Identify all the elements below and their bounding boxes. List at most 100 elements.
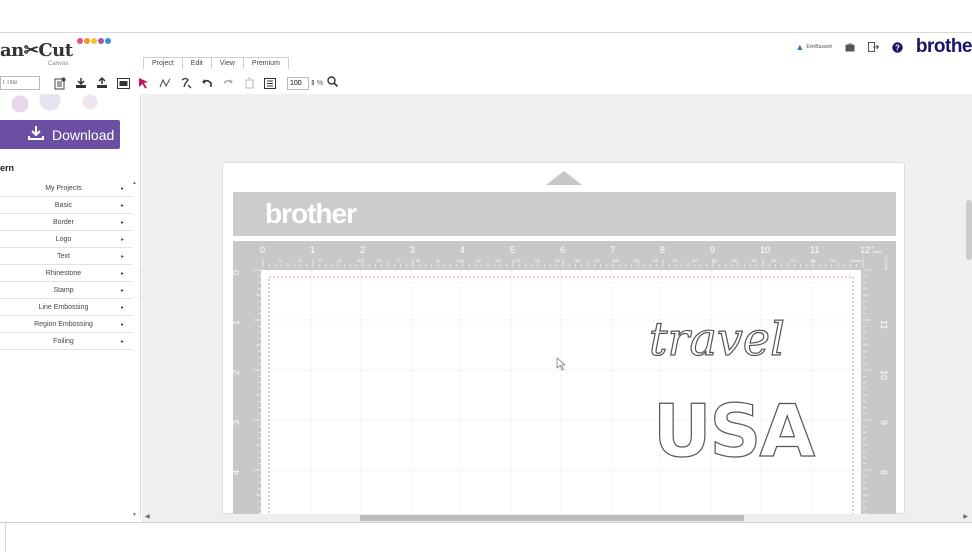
category-list: My Projects ▸ Basic ▸ Border ▸ Logo ▸ Text ▸ … xyxy=(0,180,132,350)
category-border[interactable]: Border ▸ xyxy=(0,214,132,231)
scroll-up-icon[interactable]: ▲ xyxy=(132,180,137,186)
zoom-stepper-icon[interactable]: ⇕ xyxy=(310,79,316,87)
category-my-projects[interactable]: My Projects ▸ xyxy=(0,180,132,197)
ruler-inch-label: 8 xyxy=(660,245,665,255)
ruler-right-label: 11 xyxy=(879,320,889,329)
download-icon xyxy=(28,125,44,145)
category-label: Region Embossing xyxy=(34,320,93,328)
category-text[interactable]: Text ▸ xyxy=(0,248,132,265)
ruler-left-label: 0 xyxy=(233,270,241,275)
category-logo[interactable]: Logo ▸ xyxy=(0,231,132,248)
ruler-mm-label: 300mm xyxy=(850,259,862,263)
category-scrollbar[interactable]: ▲ ▼ xyxy=(132,180,139,518)
node-edit-icon[interactable] xyxy=(157,75,173,91)
ruler-mm-label: 110 xyxy=(476,259,482,263)
app-window: an✂Cut Canvas Project Edit View Premium … xyxy=(0,0,972,552)
save-icon[interactable] xyxy=(73,75,89,91)
ruler-mm-label: 230 xyxy=(712,259,718,263)
ruler-mm-label: 280 xyxy=(810,259,816,263)
category-region-embossing[interactable]: Region Embossing ▸ xyxy=(0,316,132,333)
open-icon[interactable] xyxy=(94,75,110,91)
logo-color-dots xyxy=(77,38,111,44)
ruler-mm-label: 20 xyxy=(298,259,302,263)
import-icon[interactable] xyxy=(115,75,131,91)
tab-view[interactable]: View xyxy=(210,57,244,69)
window-left-edge xyxy=(0,523,6,552)
ruler-right-label: 10 xyxy=(879,370,889,380)
ruler-mm-label: 290 xyxy=(830,259,836,263)
panel-decoration xyxy=(0,94,141,118)
user-account[interactable]: ▲ ErinBassett xyxy=(795,42,832,52)
ruler-inch-label: 4 xyxy=(460,245,465,255)
tab-edit[interactable]: Edit xyxy=(181,57,212,69)
scroll-left-icon[interactable]: ◀ xyxy=(145,513,150,520)
download-button[interactable]: Download xyxy=(0,120,120,149)
ruler-mm-label: 250 xyxy=(751,259,757,263)
svg-text:?: ? xyxy=(895,43,900,52)
project-title-input[interactable] xyxy=(0,76,40,90)
select-arrow-icon[interactable] xyxy=(136,75,152,91)
ruler-mm-label: 210 xyxy=(672,259,678,263)
new-project-icon[interactable] xyxy=(52,75,68,91)
ruler-mm-label: 80 xyxy=(416,259,420,263)
mat-header: brother xyxy=(233,192,896,236)
category-label: Foiling xyxy=(53,337,74,345)
app-logo: an✂Cut Canvas xyxy=(0,36,140,67)
category-basic[interactable]: Basic ▸ xyxy=(0,197,132,214)
properties-icon[interactable] xyxy=(262,75,278,91)
category-label: My Projects xyxy=(45,184,82,192)
category-foiling[interactable]: Foiling ▸ xyxy=(0,333,132,350)
design-text-usa[interactable]: USA xyxy=(652,388,818,473)
cut-area-grid: travel USA xyxy=(261,270,861,518)
ruler-mm-label: 140 xyxy=(535,259,541,263)
logo-subtitle: Canvas xyxy=(48,61,69,67)
logo-dot xyxy=(98,38,104,44)
chevron-right-icon: ▸ xyxy=(120,185,124,192)
chevron-right-icon: ▸ xyxy=(120,219,124,226)
cutting-area[interactable]: travel USA xyxy=(261,270,861,518)
ruler-mm-label: 170 xyxy=(594,259,600,263)
category-line-embossing[interactable]: Line Embossing ▸ xyxy=(0,299,132,316)
undo-icon[interactable] xyxy=(199,75,215,91)
ruler-inch-label: 5 xyxy=(510,245,515,255)
scroll-right-icon[interactable]: ▶ xyxy=(963,513,968,520)
category-rhinestone[interactable]: Rhinestone ▸ xyxy=(0,265,132,282)
mail-icon[interactable] xyxy=(844,41,856,53)
ruler-right-label: 9 xyxy=(879,420,889,425)
work-area[interactable]: brother 0 1 2 3 4 5 6 7 8 9 10 11 12" (inch) 10 20 30 40 5… xyxy=(142,94,972,518)
ruler-unit-label: (inch) xyxy=(873,250,882,254)
download-label: Download xyxy=(52,126,115,143)
ruler-left-label: 1 xyxy=(233,320,241,325)
ruler-mm-label: 200 xyxy=(653,259,659,263)
vertical-scrollbar-thumb[interactable] xyxy=(966,200,972,260)
horizontal-scrollbar[interactable]: ◀ ▶ xyxy=(142,514,972,522)
zoom-search-icon[interactable] xyxy=(327,76,339,90)
left-panel: Download ern My Projects ▸ Basic ▸ Border ▸… xyxy=(0,94,141,518)
tab-project[interactable]: Project xyxy=(143,57,183,69)
logo-dot xyxy=(91,38,97,44)
ruler-inch-label: 3 xyxy=(410,245,415,255)
category-label: Stamp xyxy=(53,286,74,294)
delete-icon[interactable] xyxy=(241,75,257,91)
menu-tabs: Project Edit View Premium xyxy=(143,57,289,69)
zoom-input[interactable] xyxy=(287,76,309,90)
chevron-right-icon: ▸ xyxy=(120,236,124,243)
redo-icon[interactable] xyxy=(220,75,236,91)
ruler-mm-label: 60 xyxy=(377,259,381,263)
draw-icon[interactable] xyxy=(178,75,194,91)
category-stamp[interactable]: Stamp ▸ xyxy=(0,282,132,299)
horizontal-scrollbar-thumb[interactable] xyxy=(360,515,744,521)
ruler-mm-label: 240 xyxy=(731,259,737,263)
logout-icon[interactable] xyxy=(868,41,880,53)
ruler-mm-label: 10 xyxy=(279,259,283,263)
ruler-mm-label: 190 xyxy=(633,259,639,263)
ruler-inch-label: 6 xyxy=(560,245,565,255)
scroll-down-icon[interactable]: ▼ xyxy=(132,512,137,518)
right-ruler: 12" (inch) 11 10 9 8 xyxy=(863,255,889,515)
zoom-control: ⇕ % xyxy=(287,76,339,90)
help-icon[interactable]: ? xyxy=(892,41,904,53)
design-text-travel[interactable]: travel xyxy=(648,311,785,366)
category-label: Rhinestone xyxy=(45,269,82,277)
tab-premium[interactable]: Premium xyxy=(242,57,289,69)
chevron-right-icon: ▸ xyxy=(120,270,124,277)
